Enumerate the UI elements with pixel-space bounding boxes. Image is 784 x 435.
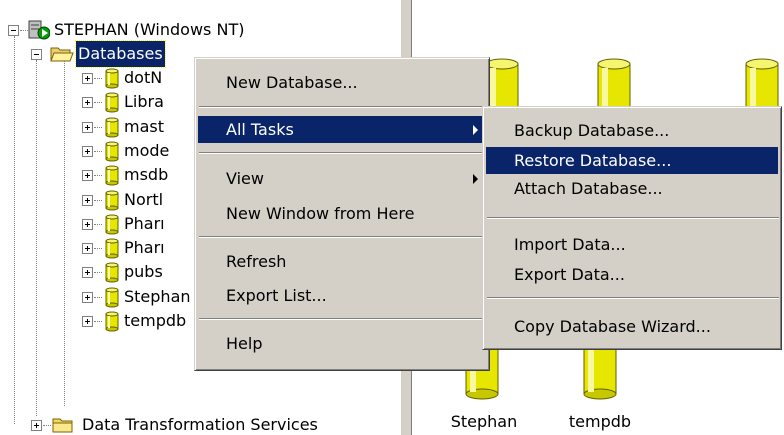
open-folder-icon <box>50 45 74 63</box>
database-icon <box>104 311 120 332</box>
expand-icon[interactable] <box>82 267 93 278</box>
database-label: Pharı <box>124 238 165 257</box>
tree-line <box>94 78 102 79</box>
tree-line <box>94 248 102 249</box>
tree-line <box>94 272 102 273</box>
menu-item-restore-database[interactable]: Restore Database... <box>486 147 778 174</box>
menu-separator <box>199 318 485 320</box>
tree-row-server[interactable]: STEPHAN (Windows NT) <box>0 17 380 43</box>
tree-line <box>94 102 102 103</box>
expand-icon[interactable] <box>82 73 93 84</box>
database-icon <box>104 141 120 162</box>
expand-icon[interactable] <box>82 146 93 157</box>
database-label: mast <box>124 117 164 136</box>
menu-item-help[interactable]: Help <box>198 330 484 357</box>
menu-separator <box>487 217 779 219</box>
tree-line <box>94 297 102 298</box>
server-label: STEPHAN (Windows NT) <box>54 20 245 39</box>
menu-item-export-list[interactable]: Export List... <box>198 282 484 309</box>
menu-item-copy-database-wizard[interactable]: Copy Database Wizard... <box>486 313 778 340</box>
all-tasks-submenu: Backup Database... Restore Database... A… <box>482 106 782 350</box>
database-icon <box>104 287 120 308</box>
tree-line <box>43 425 51 426</box>
menu-item-new-database[interactable]: New Database... <box>198 69 484 96</box>
menu-item-backup-database[interactable]: Backup Database... <box>486 117 778 144</box>
list-item-label[interactable]: Stephan <box>434 412 534 431</box>
expand-icon[interactable] <box>82 316 93 327</box>
tree-line <box>94 175 102 176</box>
context-menu: New Database... All Tasks View New Windo… <box>194 57 490 371</box>
databases-label[interactable]: Databases <box>75 40 166 68</box>
tree-line <box>94 321 102 322</box>
list-item-label[interactable]: tempdb <box>550 412 650 431</box>
dts-label: Data Transformation Services <box>82 415 318 434</box>
database-icon <box>104 165 120 186</box>
menu-item-all-tasks[interactable]: All Tasks <box>198 116 486 143</box>
menu-separator <box>487 297 779 299</box>
database-label: pubs <box>124 262 163 281</box>
menu-item-import-data[interactable]: Import Data... <box>486 231 778 258</box>
menu-separator <box>199 152 485 154</box>
expand-icon[interactable] <box>82 243 93 254</box>
menu-item-view[interactable]: View <box>198 165 486 192</box>
menu-item-label: View <box>226 169 264 188</box>
database-label: tempdb <box>124 311 187 330</box>
expand-icon[interactable] <box>82 219 93 230</box>
database-label: Stephan <box>124 287 191 306</box>
database-icon <box>104 262 120 283</box>
expand-icon[interactable] <box>31 420 42 431</box>
server-running-icon <box>28 20 50 40</box>
database-label: dotN <box>124 68 163 87</box>
database-label: Nortl <box>124 190 164 209</box>
menu-item-attach-database[interactable]: Attach Database... <box>486 175 778 202</box>
database-label: msdb <box>124 165 169 184</box>
menu-item-label: All Tasks <box>226 120 294 139</box>
tree-line <box>94 127 102 128</box>
database-icon <box>104 190 120 211</box>
database-label: mode <box>124 141 170 160</box>
submenu-arrow-icon <box>473 125 478 135</box>
database-icon <box>104 117 120 138</box>
enterprise-manager-window: STEPHAN (Windows NT) Databases dotN Libra… <box>0 0 784 435</box>
menu-item-refresh[interactable]: Refresh <box>198 248 484 275</box>
database-label: Pharı <box>124 214 165 233</box>
folder-icon <box>52 417 74 434</box>
expand-icon[interactable] <box>82 170 93 181</box>
tree-line <box>20 30 28 31</box>
database-icon <box>104 68 120 89</box>
tree-line <box>94 151 102 152</box>
submenu-arrow-icon <box>473 174 478 184</box>
tree-row-dts[interactable]: Data Transformation Services <box>0 412 400 435</box>
database-icon <box>104 214 120 235</box>
menu-item-export-data[interactable]: Export Data... <box>486 261 778 288</box>
expand-icon[interactable] <box>82 292 93 303</box>
database-label: Libra <box>124 92 164 111</box>
expand-icon[interactable] <box>82 122 93 133</box>
collapse-icon[interactable] <box>31 49 42 60</box>
menu-separator <box>199 236 485 238</box>
collapse-icon[interactable] <box>8 25 19 36</box>
menu-separator <box>199 106 485 108</box>
expand-icon[interactable] <box>82 195 93 206</box>
menu-item-new-window[interactable]: New Window from Here <box>198 200 484 227</box>
tree-line <box>94 200 102 201</box>
tree-line <box>94 224 102 225</box>
database-icon <box>104 92 120 113</box>
expand-icon[interactable] <box>82 97 93 108</box>
database-icon <box>104 238 120 259</box>
